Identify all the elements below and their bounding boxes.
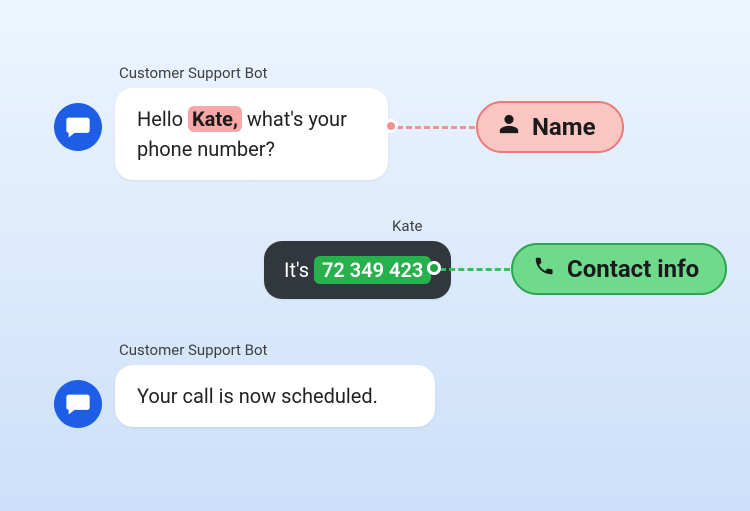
connector-dot — [384, 119, 398, 133]
person-icon — [498, 113, 520, 141]
highlight-name: Kate, — [188, 106, 242, 132]
message-text: It's — [284, 258, 314, 282]
chat-bubble-bot: Hello Kate, what's your phone number? — [115, 88, 388, 180]
chat-bubble-user: It's 72 349 423 — [264, 241, 451, 299]
phone-icon — [533, 255, 555, 283]
annotation-label: Name — [532, 113, 596, 141]
connector-line — [397, 126, 475, 129]
bot-avatar-icon — [54, 103, 102, 151]
chat-illustration: Customer Support Bot Hello Kate, what's … — [0, 0, 750, 511]
bot-avatar-icon — [54, 380, 102, 428]
connector-line — [440, 268, 510, 271]
annotation-pill-name: Name — [476, 101, 624, 153]
message-text: Your call is now scheduled. — [137, 384, 378, 408]
sender-label-bot: Customer Support Bot — [119, 341, 267, 359]
sender-label-user: Kate — [392, 217, 422, 235]
annotation-pill-contact: Contact info — [511, 243, 727, 295]
annotation-label: Contact info — [567, 255, 699, 283]
highlight-contact: 72 349 423 — [314, 256, 431, 284]
connector-dot — [427, 261, 441, 275]
message-text: Hello — [137, 107, 188, 131]
chat-bubble-bot: Your call is now scheduled. — [115, 365, 435, 427]
sender-label-bot: Customer Support Bot — [119, 64, 267, 82]
